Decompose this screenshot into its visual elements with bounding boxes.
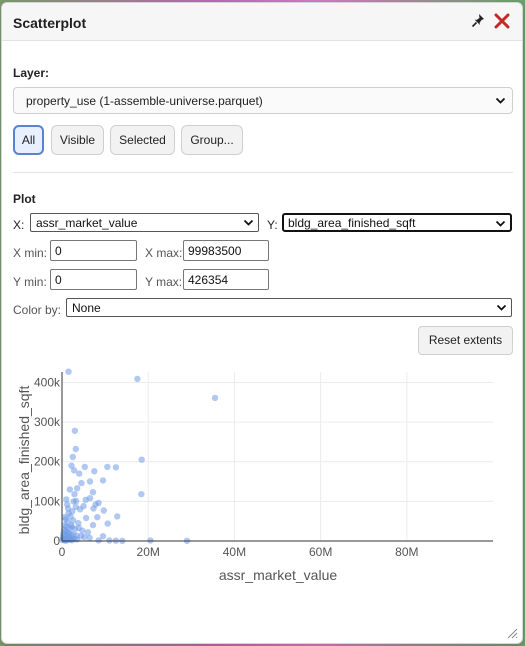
colorby-select[interactable]: None (66, 298, 512, 317)
scatter-point (100, 507, 108, 514)
chevron-down-icon (496, 304, 507, 311)
chart-points (59, 368, 219, 544)
scatter-point (82, 514, 90, 522)
scatter-point (90, 505, 97, 512)
scatterplot-panel: Scatterplot Layer: property_use (1-assem… (1, 2, 523, 644)
close-icon[interactable] (493, 12, 511, 30)
xmax-label: X max: (145, 246, 183, 260)
scatter-point (76, 470, 83, 477)
scatter-point (72, 445, 80, 453)
y-field-select[interactable]: bldg_area_finished_sqft (282, 213, 512, 232)
resize-handle-icon[interactable] (506, 627, 518, 639)
layer-select[interactable]: property_use (1-assemble-universe.parque… (13, 87, 513, 114)
y-tick-label: 400k (34, 375, 61, 389)
scatter-point (78, 479, 85, 487)
scatter-point (65, 368, 72, 375)
reset-extents-button[interactable]: Reset extents (418, 326, 513, 355)
group-button[interactable]: Group... (181, 125, 243, 155)
visible-button[interactable]: Visible (51, 125, 104, 155)
y-tick-label: 300k (34, 415, 61, 429)
x-field-value: assr_market_value (36, 216, 138, 230)
scatter-point (104, 463, 111, 471)
ymax-label: Y max: (145, 275, 183, 289)
scatter-chart[interactable]: 0 20M 40M 60M 80M0100k200k300k400k assr_mark… (2, 363, 522, 593)
scatter-point (71, 427, 79, 434)
colorby-label: Color by: (13, 303, 62, 317)
chevron-down-icon (495, 97, 506, 104)
scatter-point (69, 453, 77, 461)
x-tick-label: 40M (223, 545, 246, 559)
scatter-point (63, 496, 70, 503)
scatter-point (64, 505, 72, 512)
xmin-input[interactable]: 0 (50, 240, 137, 261)
y-axis-title: bldg_area_finished_sqft (16, 386, 32, 535)
scatter-point (99, 477, 107, 484)
scatter-point (91, 468, 98, 475)
scatter-point (81, 463, 89, 471)
scatter-point (75, 524, 83, 532)
scatter-point (94, 514, 101, 521)
scatter-point (71, 491, 78, 498)
window-title: Scatterplot (13, 15, 87, 31)
chevron-down-icon (495, 220, 506, 227)
layer-label: Layer: (13, 66, 50, 80)
x-tick-label: 80M (395, 545, 418, 559)
xmax-input[interactable]: 99983500 (183, 240, 269, 261)
scatter-point (86, 534, 93, 541)
scatter-point (138, 491, 145, 498)
scatter-point (211, 394, 219, 402)
y-tick-label: 0 (53, 534, 60, 548)
scatter-point (99, 533, 107, 540)
scatter-point (66, 486, 74, 493)
y-axis-label: Y: (267, 218, 278, 232)
colorby-value: None (72, 301, 101, 315)
scatter-point (68, 537, 76, 544)
divider (13, 172, 513, 173)
scatter-point (70, 498, 77, 505)
xmin-label: X min: (13, 246, 48, 260)
y-field-value: bldg_area_finished_sqft (288, 216, 416, 230)
ymin-label: Y min: (13, 275, 47, 289)
scatter-point (89, 521, 97, 529)
scatter-point (86, 478, 94, 485)
scatter-point (112, 464, 120, 471)
layer-select-value: property_use (1-assemble-universe.parque… (26, 94, 263, 108)
ymin-input[interactable]: 0 (50, 269, 137, 290)
chart-grid (61, 372, 493, 542)
x-axis-title: assr_market_value (219, 567, 337, 583)
plot-heading: Plot (13, 192, 36, 206)
y-tick-label: 200k (34, 455, 61, 469)
chart-ticks: 0 20M 40M 60M 80M0100k200k300k400k (34, 375, 419, 559)
all-button[interactable]: All (13, 125, 44, 155)
scatter-point (82, 496, 89, 503)
chart-axes (61, 372, 493, 542)
x-axis-label: X: (13, 218, 25, 232)
scatter-point (73, 485, 81, 492)
scatter-point (104, 520, 111, 527)
x-tick-label: 60M (309, 545, 332, 559)
selected-button[interactable]: Selected (110, 125, 175, 155)
chevron-down-icon (243, 219, 254, 226)
scatter-point (67, 521, 75, 529)
scatter-point (89, 489, 97, 496)
scatter-point (84, 529, 92, 536)
scatter-point (76, 506, 84, 513)
pin-icon[interactable] (470, 12, 486, 30)
scatter-point (114, 513, 121, 520)
ymax-input[interactable]: 426354 (183, 269, 269, 290)
title-bar[interactable]: Scatterplot (2, 3, 522, 41)
y-tick-label: 100k (34, 494, 61, 508)
x-tick-label: 20M (137, 545, 160, 559)
scatter-point (134, 375, 141, 383)
scatter-point (138, 456, 145, 463)
x-field-select[interactable]: assr_market_value (30, 213, 259, 232)
